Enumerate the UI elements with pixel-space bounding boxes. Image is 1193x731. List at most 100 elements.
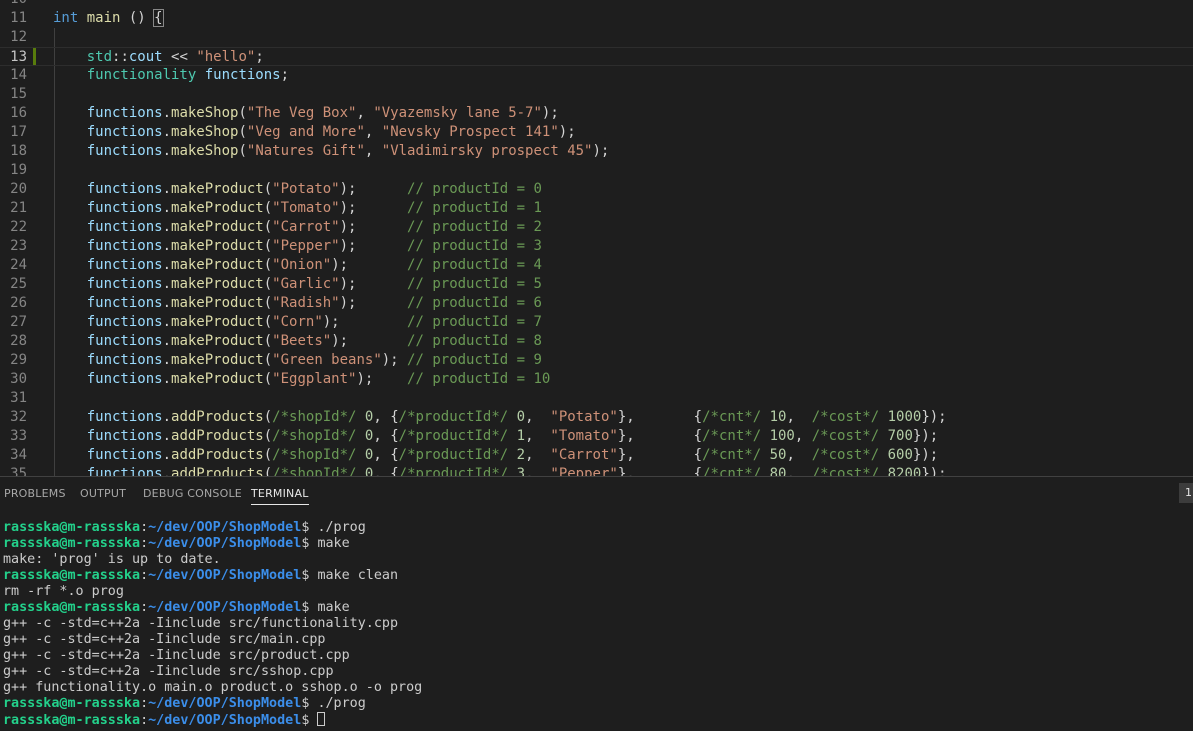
code-line: 12	[0, 28, 1193, 47]
terminal-line: g++ functionality.o main.o product.o ssh…	[3, 680, 1189, 696]
code-token: );	[541, 105, 559, 121]
code-editor[interactable]: 1011int main () {1213 std::cout << "hell…	[0, 0, 1193, 476]
code-token: ()	[120, 10, 155, 26]
code-token: addProducts	[171, 447, 264, 463]
code-line: 23 functions.makeProduct("Pepper"); // p…	[0, 237, 1193, 256]
line-number: 35	[10, 466, 27, 476]
tab-problems[interactable]: PROBLEMS	[4, 487, 66, 504]
prompt-colon: :	[140, 713, 149, 728]
line-number: 16	[10, 105, 27, 121]
code-token: addProducts	[171, 428, 264, 444]
code-line: 31	[0, 389, 1193, 408]
code-token: "Pepper"	[550, 466, 618, 476]
terminal-command: ./prog	[317, 520, 366, 535]
prompt-user: rassska@m-rassska	[3, 696, 141, 711]
code-token: );	[558, 124, 576, 140]
terminal-line: g++ -c -std=c++2a -Iinclude src/function…	[3, 616, 1189, 632]
code-token: makeProduct	[171, 295, 264, 311]
code-line: 18 functions.makeShop("Natures Gift", "V…	[0, 142, 1193, 161]
terminal-line: rassska@m-rassska:~/dev/OOP/ShopModel$ m…	[3, 600, 1189, 616]
code-token: // productId = 10	[407, 371, 551, 387]
code-token: /*productId*/	[398, 428, 509, 444]
prompt-colon: :	[140, 696, 149, 711]
code-token: ,	[364, 124, 382, 140]
code-line: 22 functions.makeProduct("Carrot"); // p…	[0, 218, 1193, 237]
code-token: .	[162, 314, 172, 330]
prompt-colon: :	[140, 600, 149, 615]
code-token: functions	[86, 276, 163, 292]
prompt-colon: :	[140, 536, 149, 551]
code-token: 10	[769, 409, 787, 425]
code-token: .	[162, 257, 172, 273]
code-token: ,	[794, 428, 812, 444]
code-token: (	[263, 466, 273, 476]
code-line: 24 functions.makeProduct("Onion"); // pr…	[0, 256, 1193, 275]
code-token: (	[263, 333, 273, 349]
code-token: (	[263, 257, 273, 273]
terminal-selector[interactable]: 1	[1179, 483, 1193, 503]
code-token: .	[162, 124, 172, 140]
line-number: 12	[10, 29, 27, 45]
terminal-output-text: g++ -c -std=c++2a -Iinclude src/sshop.cp…	[3, 664, 334, 679]
line-number: 28	[10, 333, 27, 349]
code-token: ,	[364, 143, 382, 159]
gutter-modified-marker	[33, 48, 36, 65]
prompt-colon: :	[140, 520, 149, 535]
code-line: 28 functions.makeProduct("Beets"); // pr…	[0, 332, 1193, 351]
code-token: makeShop	[171, 143, 239, 159]
tab-terminal[interactable]: TERMINAL	[251, 487, 309, 505]
code-token: /*shopId*/	[272, 466, 357, 476]
code-token: (	[238, 124, 247, 140]
code-token: functions	[86, 143, 163, 159]
terminal-output[interactable]: rassska@m-rassska:~/dev/OOP/ShopModel$ .…	[3, 520, 1189, 728]
line-number: 20	[10, 181, 27, 197]
code-token: // productId = 9	[407, 352, 542, 368]
code-token: , {	[373, 466, 399, 476]
code-token: (	[263, 181, 273, 197]
code-line: 15	[0, 85, 1193, 104]
code-token: .	[162, 219, 172, 235]
code-token: (	[238, 143, 247, 159]
code-token: , {	[373, 409, 399, 425]
code-token: , {	[373, 428, 399, 444]
line-number: 27	[10, 314, 27, 330]
code-token: makeProduct	[171, 333, 264, 349]
code-line: 17 functions.makeShop("Veg and More", "N…	[0, 123, 1193, 142]
code-line: 25 functions.makeProduct("Garlic"); // p…	[0, 275, 1193, 294]
code-token: functions	[86, 447, 163, 463]
code-token: );	[331, 333, 408, 349]
code-token: 80	[769, 466, 787, 476]
prompt-path: ~/dev/OOP/ShopModel	[148, 568, 302, 583]
code-line: 33 functions.addProducts(/*shopId*/ 0, {…	[0, 427, 1193, 446]
code-token: (	[263, 295, 273, 311]
tab-debug-console[interactable]: DEBUG CONSOLE	[143, 487, 242, 504]
code-text: functions.addProducts(/*shopId*/ 0 , {/*p…	[53, 408, 947, 427]
code-token: "Carrot"	[272, 219, 340, 235]
prompt-user: rassska@m-rassska	[3, 600, 141, 615]
code-token: .	[162, 238, 172, 254]
prompt-user: rassska@m-rassska	[3, 536, 141, 551]
code-text: functions.makeShop("Veg and More", "Nevs…	[53, 123, 576, 142]
code-token: (	[263, 200, 273, 216]
code-token: );	[339, 276, 408, 292]
code-token: ;	[255, 49, 264, 65]
code-token: functionality	[86, 67, 197, 83]
code-line: 29 functions.makeProduct("Green beans");…	[0, 351, 1193, 370]
code-token: functions	[86, 333, 163, 349]
tab-output[interactable]: OUTPUT	[80, 487, 126, 504]
code-token: .	[162, 447, 172, 463]
code-token: .	[162, 181, 172, 197]
line-number: 14	[10, 67, 27, 83]
code-token: // productId = 8	[407, 333, 542, 349]
terminal-command: ./prog	[317, 696, 366, 711]
